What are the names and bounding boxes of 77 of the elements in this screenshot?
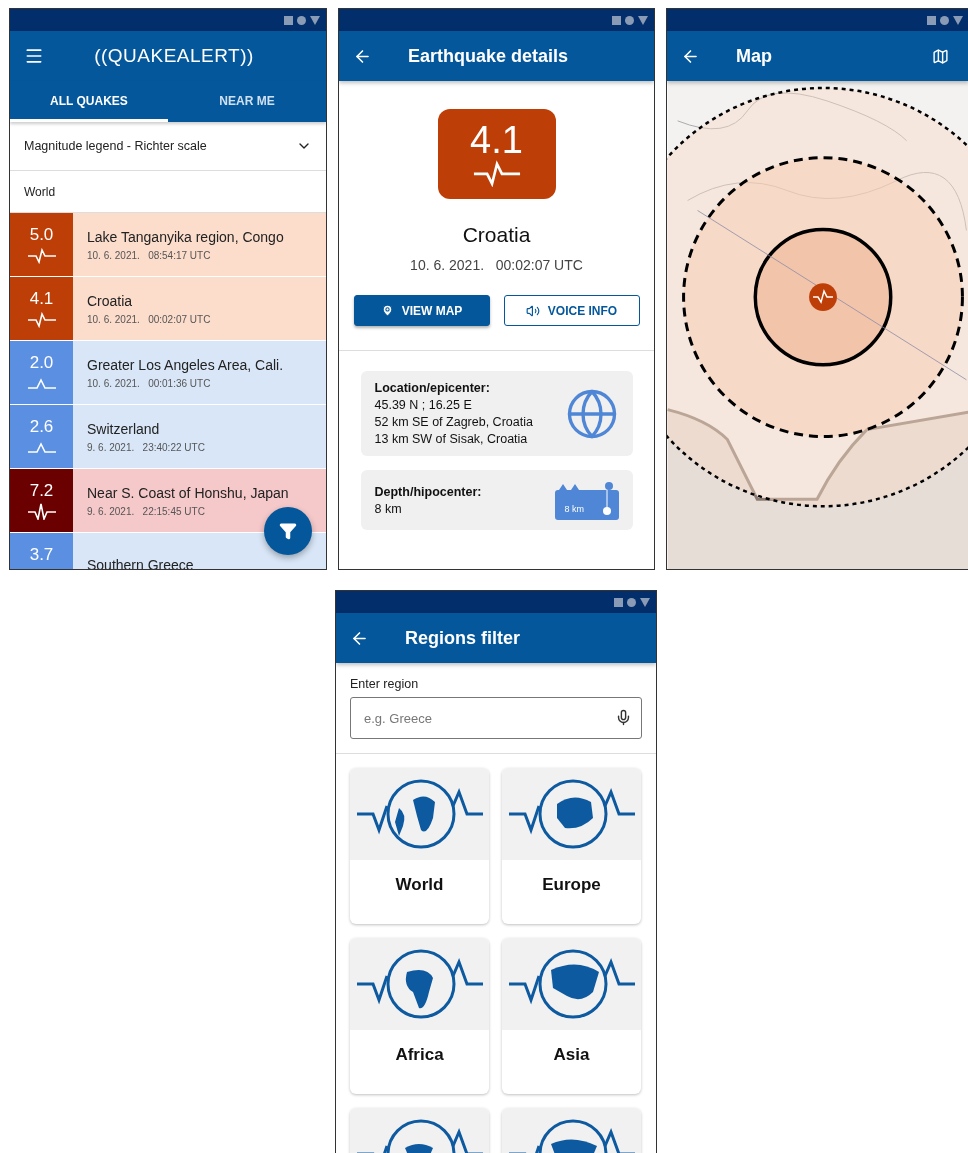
region-search-field[interactable]: e.g. Greece [350, 697, 642, 739]
square-icon [927, 15, 936, 25]
circle-icon [627, 597, 636, 607]
screen-title: Map [735, 45, 773, 67]
globe-wave-icon [354, 778, 485, 850]
square-icon [614, 597, 623, 607]
seismic-wave-icon [26, 247, 57, 264]
quake-place: Switzerland [87, 420, 161, 437]
quake-time: 9. 6. 2021. 23:40:22 UTC [87, 441, 205, 453]
quake-place: Croatia [462, 223, 531, 247]
quake-place: Lake Tanganyika region, Congo [87, 228, 284, 245]
region-card[interactable]: Africa [350, 938, 489, 1094]
magnitude-value: 2.6 [29, 417, 54, 437]
quake-time: 10. 6. 2021. 00:02:07 UTC [410, 257, 583, 273]
region-name: Africa [394, 1044, 445, 1066]
circle-icon [625, 15, 634, 25]
region-name: Europe [541, 874, 602, 896]
circle-icon [940, 15, 949, 25]
globe-wave-icon [354, 948, 485, 1020]
screen-title: Regions filter [404, 627, 521, 649]
speaker-icon [525, 303, 540, 318]
microphone-icon[interactable] [615, 709, 632, 726]
depth-label: 8 km [564, 504, 584, 514]
seismic-wave-icon [26, 503, 57, 520]
quake-place: Greater Los Angeles Area, Cali. [87, 356, 284, 373]
location-line: 52 km SE of Zagreb, Croatia [374, 415, 533, 429]
region-card[interactable]: World [350, 768, 489, 924]
menu-button[interactable] [24, 46, 44, 66]
voice-info-button[interactable]: VOICE INFO [503, 295, 640, 326]
depth-value: 8 km [374, 501, 403, 516]
quake-place: Near S. Coast of Honshu, Japan [87, 484, 289, 501]
magnitude-value: 7.2 [29, 481, 54, 501]
quake-row[interactable]: 7.2 Near S. Coast of Honshu, Japan 9. 6. 2021. 22:15:45 UTC [10, 469, 326, 533]
screen-title: Earthquake details [407, 45, 570, 67]
location-pin-icon [380, 304, 394, 317]
quake-row[interactable]: 2.6 Switzerland 9. 6. 2021. 23:40:22 UTC [10, 405, 326, 469]
triangle-icon [310, 15, 320, 25]
triangle-icon [953, 15, 963, 25]
region-name: Asia [552, 1044, 591, 1066]
quake-place: Southern Greece [87, 556, 194, 569]
triangle-icon [638, 15, 648, 25]
tab[interactable]: NEAR ME [168, 81, 326, 122]
quake-time: 10. 6. 2021. 00:01:36 UTC [87, 377, 212, 389]
magnitude-value: 4.1 [29, 289, 54, 309]
magnitude-value: 3.7 [29, 545, 54, 565]
quake-row[interactable]: 3.7 Southern Greece [10, 533, 326, 569]
depth-illustration [554, 480, 619, 520]
quake-place: Croatia [87, 292, 134, 309]
quake-row[interactable]: 5.0 Lake Tanganyika region, Congo 10. 6. 2021. 08:54:17 UTC [10, 213, 326, 277]
map-layers-button[interactable] [932, 47, 949, 65]
quake-time: 10. 6. 2021. 00:02:07 UTC [87, 313, 211, 325]
field-label: Enter region [350, 677, 420, 691]
region-card[interactable]: Asia [502, 938, 641, 1094]
magnitude-value: 4.1 [470, 121, 523, 159]
view-map-button[interactable]: VIEW MAP [353, 295, 490, 326]
circle-icon [297, 15, 306, 25]
epicenter-marker-icon [809, 283, 837, 312]
quake-time: 9. 6. 2021. 22:15:45 UTC [87, 505, 206, 517]
region-card[interactable]: Europe [502, 768, 641, 924]
quake-row[interactable]: 2.0 Greater Los Angeles Area, Cali. 10. 6. 2021. 00:01:36 UTC [10, 341, 326, 405]
location-line: 13 km SW of Sisak, Croatia [374, 432, 529, 446]
app-logo: ((QUAKEALERT)) [93, 45, 255, 67]
globe-wave-icon [506, 948, 637, 1020]
magnitude-value: 2.0 [29, 353, 54, 373]
globe-wave-icon [506, 778, 637, 850]
card-label: Location/epicenter: [374, 381, 491, 395]
region-name: World [394, 874, 445, 896]
square-icon [284, 15, 293, 25]
card-label: Depth/hipocenter: [374, 484, 482, 499]
quake-time: 10. 6. 2021. 08:54:17 UTC [87, 249, 212, 261]
quake-row[interactable]: 4.1 Croatia 10. 6. 2021. 00:02:07 UTC [10, 277, 326, 341]
magnitude-value: 5.0 [29, 225, 54, 245]
location-line: 45.39 N ; 16.25 E [374, 398, 473, 412]
seismic-wave-icon [26, 311, 57, 328]
square-icon [612, 15, 621, 25]
funnel-icon [279, 522, 297, 540]
triangle-icon [640, 597, 650, 607]
